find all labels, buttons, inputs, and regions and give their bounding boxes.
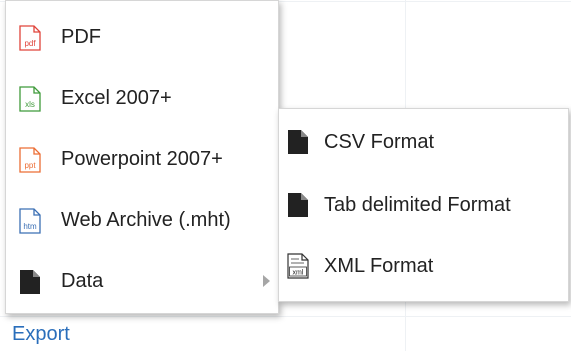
submenu-item-label: Tab delimited Format [324, 193, 511, 216]
export-link[interactable]: Export [12, 323, 70, 346]
svg-text:xml: xml [293, 270, 304, 277]
background-gridline [0, 316, 571, 317]
svg-text:htm: htm [23, 222, 37, 231]
submenu-item-csv[interactable]: CSV Format [279, 117, 568, 167]
menu-item-excel[interactable]: xls Excel 2007+ [6, 73, 278, 123]
menu-item-label: Excel 2007+ [61, 86, 172, 109]
pdf-file-icon: pdf [19, 25, 41, 51]
menu-item-label: Web Archive (.mht) [61, 208, 231, 231]
menu-item-label: PDF [61, 25, 101, 48]
data-file-icon [20, 270, 40, 294]
menu-item-web-archive[interactable]: htm Web Archive (.mht) [6, 195, 278, 245]
menu-item-data[interactable]: Data [6, 256, 278, 306]
svg-text:xls: xls [25, 100, 35, 109]
powerpoint-file-icon: ppt [19, 147, 41, 173]
submenu-item-xml[interactable]: xml XML Format [279, 241, 568, 291]
tab-delimited-file-icon [288, 193, 308, 217]
menu-item-label: Data [61, 269, 104, 292]
menu-item-label: Powerpoint 2007+ [61, 147, 223, 170]
excel-file-icon: xls [19, 86, 41, 112]
export-menu: pdf PDF xls Excel 2007+ ppt Powerpoint 2… [5, 0, 279, 314]
data-submenu: CSV Format Tab delimited Format xml XML … [278, 108, 569, 302]
submenu-item-label: XML Format [324, 254, 434, 277]
menu-item-pdf[interactable]: pdf PDF [6, 12, 278, 62]
menu-item-powerpoint[interactable]: ppt Powerpoint 2007+ [6, 134, 278, 184]
submenu-arrow-icon [263, 275, 270, 287]
csv-file-icon [288, 130, 308, 154]
svg-text:ppt: ppt [24, 161, 36, 170]
submenu-item-label: CSV Format [324, 130, 435, 153]
submenu-item-tab-delimited[interactable]: Tab delimited Format [279, 180, 568, 230]
xml-file-icon: xml [287, 253, 309, 279]
svg-text:pdf: pdf [24, 39, 36, 48]
web-archive-file-icon: htm [19, 208, 41, 234]
